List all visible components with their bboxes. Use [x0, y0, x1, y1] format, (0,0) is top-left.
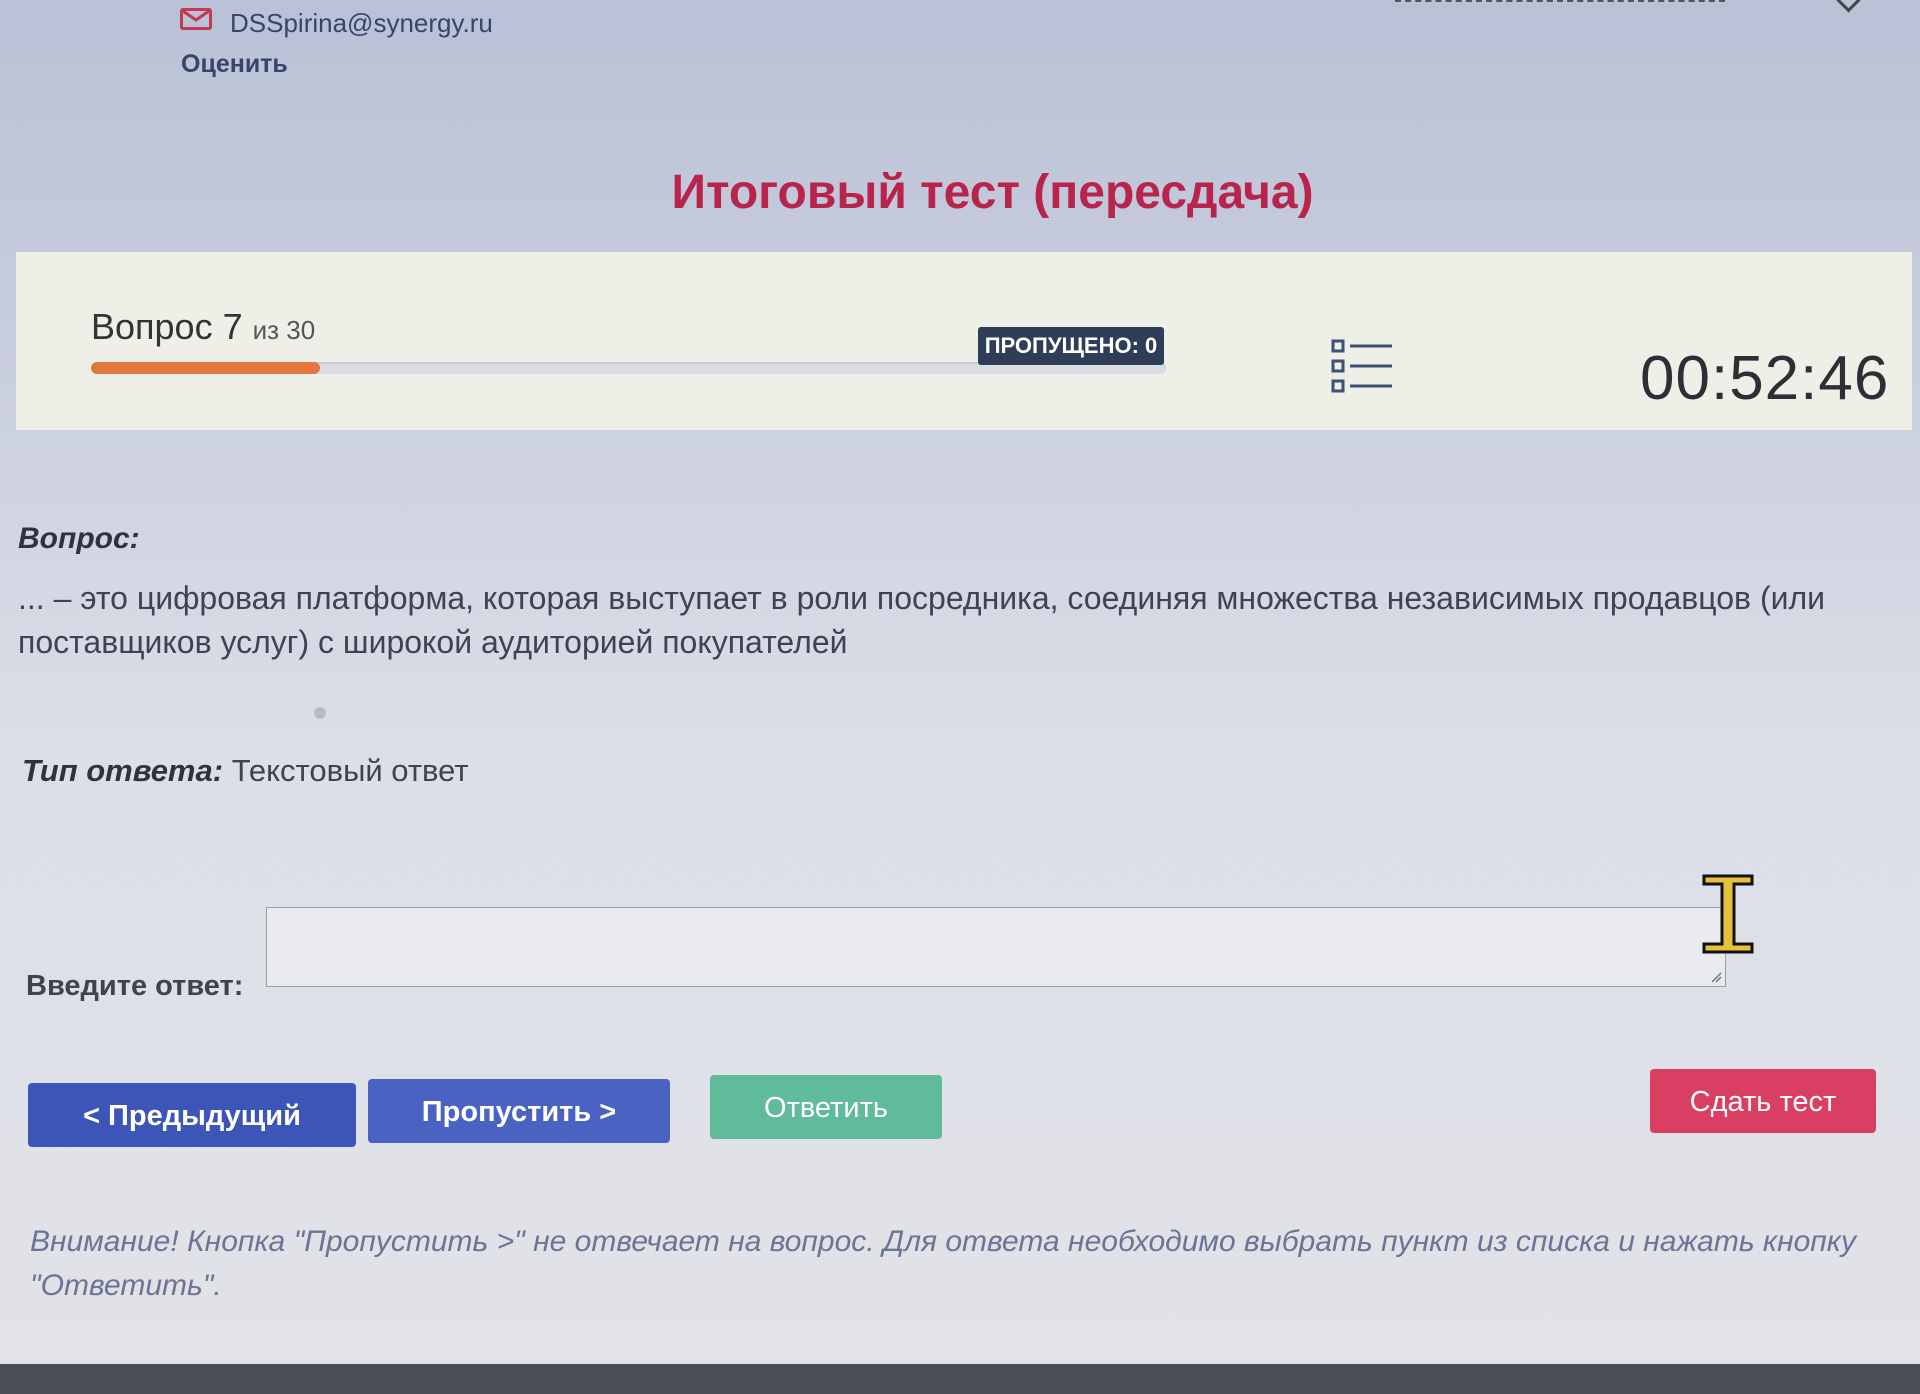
previous-button[interactable]: < Предыдущий — [28, 1083, 356, 1147]
warning-note: Внимание! Кнопка "Пропустить >" не отвеч… — [30, 1225, 1856, 1302]
chevron-down-icon[interactable] — [1836, 0, 1861, 13]
mail-icon — [180, 8, 212, 30]
question-heading: Вопрос: — [18, 522, 140, 555]
resize-handle-icon[interactable] — [1710, 970, 1722, 983]
question-number: 7 — [222, 306, 243, 347]
question-total: из 30 — [252, 315, 316, 345]
user-email[interactable]: DSSpirina@synergy.ru — [230, 8, 493, 39]
question-counter: Вопрос 7 из 30 — [91, 306, 315, 348]
progress-fill — [91, 362, 320, 374]
answer-type-value: Текстовый ответ — [231, 753, 469, 788]
answer-button[interactable]: Ответить — [710, 1075, 942, 1139]
question-list-icon[interactable] — [1330, 338, 1394, 394]
page-title: Итоговый тест (пересдача) — [671, 166, 1314, 219]
skip-button[interactable]: Пропустить > — [368, 1079, 670, 1143]
submit-test-button[interactable]: Сдать тест — [1650, 1069, 1876, 1133]
decorative-dot — [314, 707, 326, 719]
header-divider — [1395, 0, 1725, 2]
answer-type: Тип ответа: Текстовый ответ — [22, 753, 469, 789]
bottom-bar — [0, 1364, 1920, 1394]
question-word: Вопрос — [91, 306, 213, 347]
answer-field[interactable] — [266, 907, 1726, 987]
answer-type-label: Тип ответа: — [22, 753, 224, 788]
countdown-timer: 00:52:46 — [1640, 344, 1890, 413]
skipped-badge: ПРОПУЩЕНО: 0 — [978, 327, 1164, 365]
rate-link[interactable]: Оценить — [181, 50, 288, 79]
answer-label: Введите ответ: — [26, 970, 244, 1002]
text-cursor-icon — [1700, 872, 1756, 956]
question-text: ... – это цифровая платформа, которая вы… — [18, 580, 1826, 660]
